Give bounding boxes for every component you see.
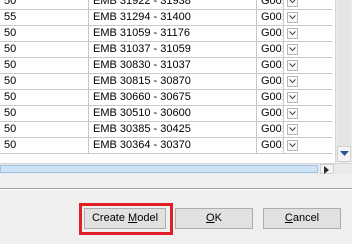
separator-highlight [0, 189, 352, 190]
chevron-down-icon [289, 0, 296, 4]
cell-code[interactable]: G001 [257, 42, 284, 58]
vertical-scroll-track[interactable] [337, 0, 351, 146]
cancel-accel-key: C [284, 212, 293, 224]
cell-quantity[interactable]: 50 [0, 58, 89, 74]
dropdown-button[interactable] [287, 28, 298, 39]
create-model-button[interactable]: Create Model [84, 208, 166, 229]
ok-label-post: K [214, 212, 222, 224]
cell-range[interactable]: EMB 30510 - 30600 [89, 106, 257, 122]
cell-quantity[interactable]: 50 [0, 90, 89, 106]
table-row[interactable]: 55EMB 31294 - 31400G001 [0, 10, 352, 26]
table-row[interactable]: 50EMB 30510 - 30600G001 [0, 106, 352, 122]
dropdown-button[interactable] [287, 76, 298, 87]
ok-accel-key: O [206, 212, 215, 224]
cell-dropdown[interactable] [284, 26, 332, 42]
cell-range[interactable]: EMB 30660 - 30675 [89, 90, 257, 106]
data-grid: 50EMB 31922 - 31938G00155EMB 31294 - 314… [0, 0, 352, 174]
cell-dropdown[interactable] [284, 10, 332, 26]
chevron-down-icon [289, 143, 296, 148]
cell-quantity[interactable]: 50 [0, 74, 89, 90]
dropdown-button[interactable] [287, 92, 298, 103]
cell-range[interactable]: EMB 31059 - 31176 [89, 26, 257, 42]
table-row[interactable]: 50EMB 30385 - 30425G001 [0, 122, 352, 138]
chevron-down-icon [289, 31, 296, 36]
vertical-scrollbar[interactable] [335, 0, 352, 163]
cell-quantity[interactable]: 50 [0, 26, 89, 42]
cell-dropdown[interactable] [284, 42, 332, 58]
horizontal-scrollbar[interactable] [0, 163, 352, 174]
create-model-label-pre: Create [91, 212, 129, 224]
dropdown-button[interactable] [287, 108, 298, 119]
ok-button[interactable]: OK [175, 208, 253, 229]
cell-range[interactable]: EMB 31922 - 31938 [89, 0, 257, 10]
chevron-down-icon [289, 47, 296, 52]
dropdown-button[interactable] [287, 44, 298, 55]
cancel-button[interactable]: Cancel [263, 208, 341, 229]
cell-dropdown[interactable] [284, 90, 332, 106]
cell-dropdown[interactable] [284, 0, 332, 10]
table-row[interactable]: 50EMB 31059 - 31176G001 [0, 26, 352, 42]
cell-dropdown[interactable] [284, 74, 332, 90]
cell-dropdown[interactable] [284, 106, 332, 122]
cancel-label-post: ancel [292, 212, 320, 224]
chevron-down-icon [289, 111, 296, 116]
cell-range[interactable]: EMB 30364 - 30370 [89, 138, 257, 154]
dropdown-button[interactable] [287, 12, 298, 23]
dropdown-button[interactable] [287, 124, 298, 135]
cell-quantity[interactable]: 55 [0, 10, 89, 26]
dropdown-button[interactable] [287, 60, 298, 71]
table-row[interactable]: 50EMB 30660 - 30675G001 [0, 90, 352, 106]
cell-dropdown[interactable] [284, 122, 332, 138]
cell-code[interactable]: G001 [257, 26, 284, 42]
cell-code[interactable]: G001 [257, 74, 284, 90]
cell-range[interactable]: EMB 30815 - 30870 [89, 74, 257, 90]
chevron-down-icon [289, 79, 296, 84]
cell-code[interactable]: G001 [257, 90, 284, 106]
down-arrow-icon [340, 151, 349, 156]
cell-code[interactable]: G001 [257, 58, 284, 74]
cell-range[interactable]: EMB 31294 - 31400 [89, 10, 257, 26]
cell-quantity[interactable]: 50 [0, 138, 89, 154]
cell-code[interactable]: G001 [257, 0, 284, 10]
cell-dropdown[interactable] [284, 58, 332, 74]
chevron-down-icon [289, 63, 296, 68]
cell-quantity[interactable]: 50 [0, 106, 89, 122]
table-row[interactable]: 50EMB 31037 - 31059G001 [0, 42, 352, 58]
cell-code[interactable]: G001 [257, 10, 284, 26]
horizontal-scroll-thumb[interactable] [0, 165, 318, 173]
table-row[interactable]: 50EMB 31922 - 31938G001 [0, 0, 352, 10]
chevron-down-icon [289, 95, 296, 100]
scroll-down-button[interactable] [337, 146, 351, 162]
cell-dropdown[interactable] [284, 138, 332, 154]
cell-code[interactable]: G001 [257, 138, 284, 154]
cell-code[interactable]: G001 [257, 106, 284, 122]
cell-range[interactable]: EMB 31037 - 31059 [89, 42, 257, 58]
cell-range[interactable]: EMB 30385 - 30425 [89, 122, 257, 138]
table-row[interactable]: 50EMB 30830 - 31037G001 [0, 58, 352, 74]
create-model-label-post: odel [137, 212, 159, 224]
dropdown-button[interactable] [287, 0, 298, 7]
chevron-down-icon [289, 127, 296, 132]
table-row[interactable]: 50EMB 30364 - 30370G001 [0, 138, 352, 154]
scroll-right-button[interactable] [320, 164, 334, 174]
table-row[interactable]: 50EMB 30815 - 30870G001 [0, 74, 352, 90]
dropdown-button[interactable] [287, 140, 298, 151]
cell-range[interactable]: EMB 30830 - 31037 [89, 58, 257, 74]
cell-quantity[interactable]: 50 [0, 0, 89, 10]
cell-quantity[interactable]: 50 [0, 42, 89, 58]
create-model-accel-key: M [128, 212, 138, 224]
chevron-down-icon [289, 15, 296, 20]
right-arrow-icon [324, 166, 329, 174]
cell-code[interactable]: G001 [257, 122, 284, 138]
cell-quantity[interactable]: 50 [0, 122, 89, 138]
